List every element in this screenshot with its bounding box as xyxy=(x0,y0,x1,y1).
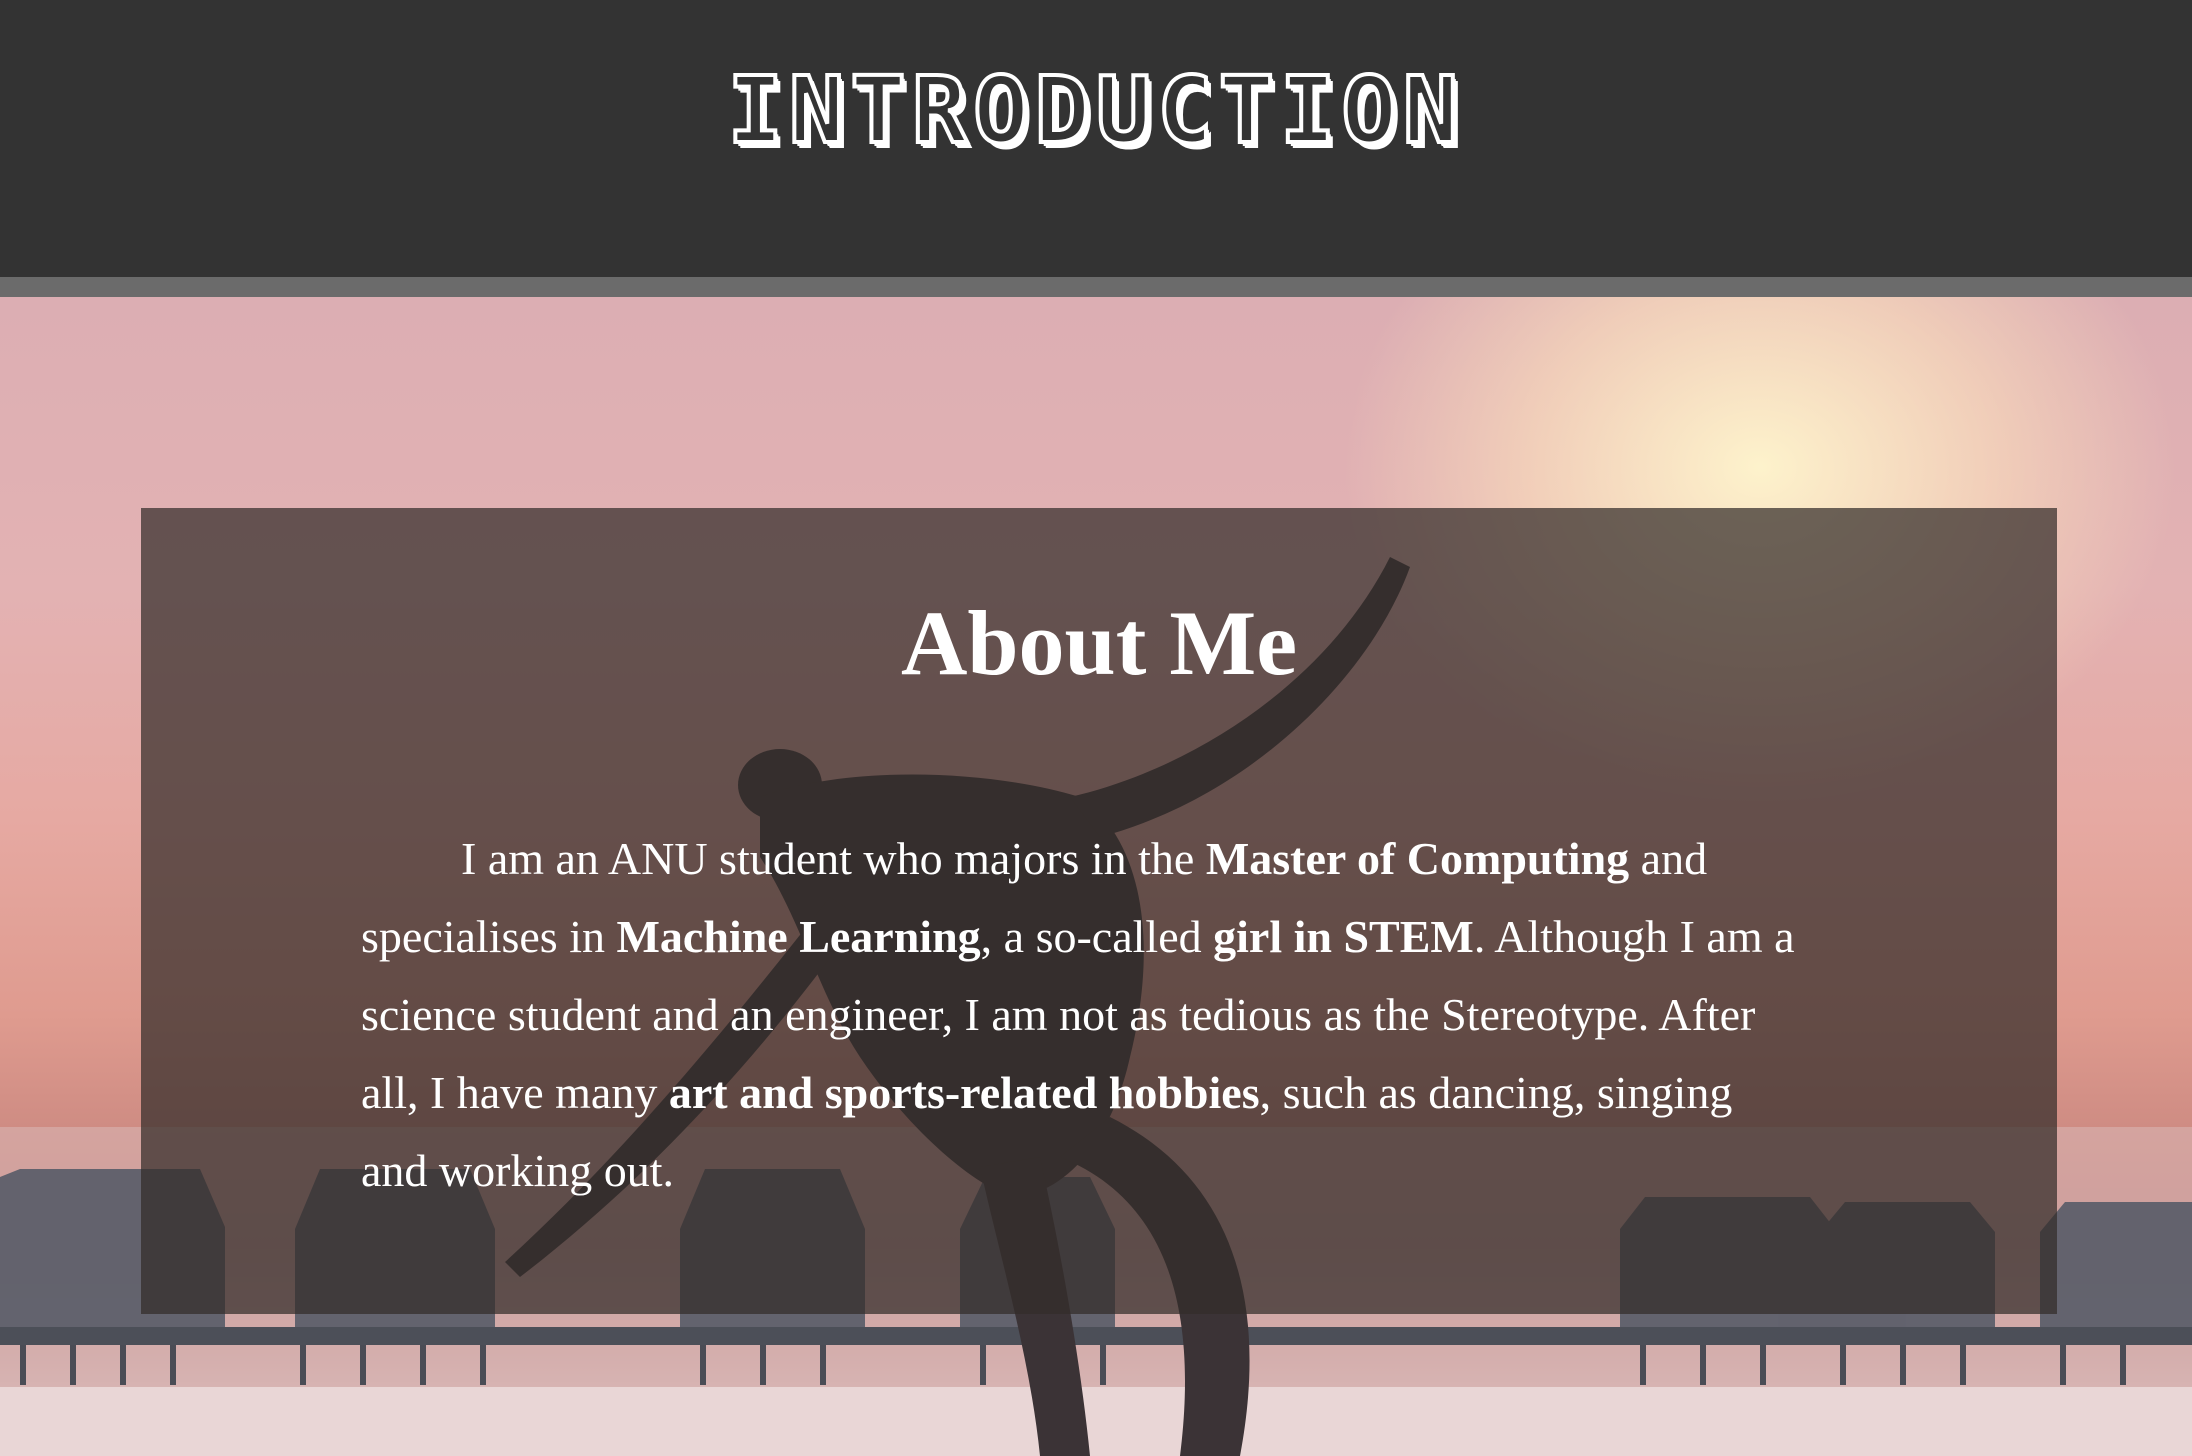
page: INTRODUCTION About Me I am an ANU studen… xyxy=(0,0,2192,1456)
paragraph-text: , a so-called xyxy=(980,911,1214,962)
highlight-stem: girl in STEM xyxy=(1213,911,1474,962)
page-title: INTRODUCTION xyxy=(726,55,1465,166)
site-header: INTRODUCTION xyxy=(0,0,2192,277)
highlight-hobbies: art and sports-related hobbies xyxy=(668,1067,1260,1118)
hero-background: About Me I am an ANU student who majors … xyxy=(0,297,2192,1456)
header-divider xyxy=(0,277,2192,297)
highlight-degree: Master of Computing xyxy=(1205,833,1630,884)
highlight-specialisation: Machine Learning xyxy=(616,911,981,962)
about-me-card: About Me I am an ANU student who majors … xyxy=(141,508,2057,1314)
about-me-heading: About Me xyxy=(900,592,1298,694)
paragraph-text: I am an ANU student who majors in the xyxy=(461,833,1206,884)
about-me-paragraph: I am an ANU student who majors in the Ma… xyxy=(361,820,1801,1210)
